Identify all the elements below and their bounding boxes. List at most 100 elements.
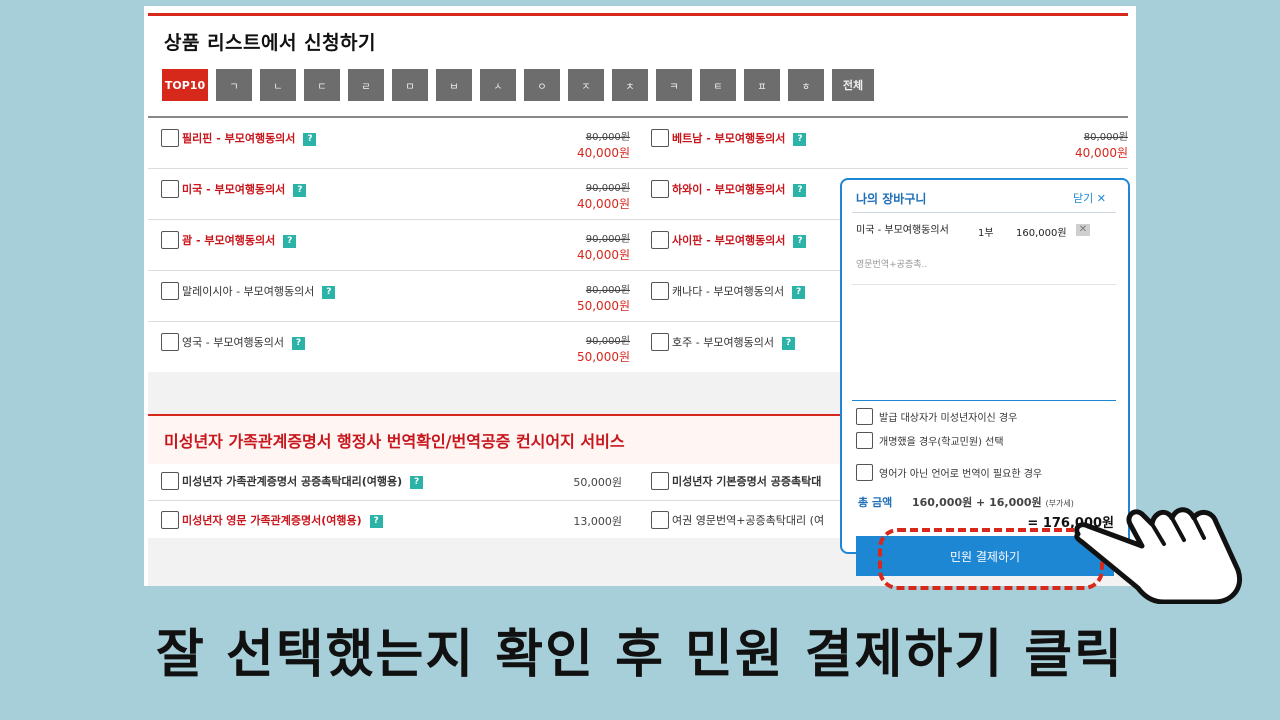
product-name[interactable]: 사이판 - 부모여행동의서 — [672, 234, 785, 247]
original-price: 80,000원 — [1083, 132, 1128, 143]
tab-nieun[interactable]: ㄴ — [260, 69, 296, 101]
sale-price: 50,000원 — [576, 299, 630, 313]
product-price: 13,000원 — [573, 515, 622, 528]
tab-top10[interactable]: TOP10 — [162, 69, 208, 101]
option-minor[interactable]: 발급 대상자가 미성년자이신 경우 — [856, 408, 1017, 425]
help-icon[interactable]: ? — [283, 234, 297, 248]
product-name[interactable]: 베트남 - 부모여행동의서 — [672, 132, 785, 145]
help-icon[interactable]: ? — [793, 183, 807, 197]
option-label: 발급 대상자가 미성년자이신 경우 — [879, 413, 1018, 424]
vat-label: (부가세) — [1045, 499, 1074, 508]
product-name[interactable]: 미성년자 기본증명서 공증촉탁대 — [672, 473, 821, 489]
product-checkbox[interactable] — [651, 129, 669, 147]
help-icon[interactable]: ? — [782, 336, 796, 350]
tab-chieut[interactable]: ㅊ — [612, 69, 648, 101]
tab-ieung[interactable]: ㅇ — [524, 69, 560, 101]
original-price: 90,000원 — [585, 234, 630, 245]
sale-price: 40,000원 — [1074, 146, 1128, 160]
option-label: 개명했을 경우(학교민원) 선택 — [879, 437, 1004, 448]
product-checkbox[interactable] — [651, 282, 669, 300]
product-price: 50,000원 — [573, 476, 622, 489]
product-checkbox[interactable] — [161, 180, 179, 198]
product-name-wrap: 캐나다 - 부모여행동의서? — [672, 283, 806, 299]
tab-jieut[interactable]: ㅈ — [568, 69, 604, 101]
product-name[interactable]: 호주 - 부모여행동의서 — [672, 336, 774, 349]
tab-tieut[interactable]: ㅌ — [700, 69, 736, 101]
product-name-wrap: 괌 - 부모여행동의서? — [182, 232, 297, 248]
product-name-wrap: 필리핀 - 부모여행동의서? — [182, 130, 317, 146]
total-label: 총 금액 — [858, 496, 893, 509]
option-checkbox[interactable] — [856, 408, 873, 425]
help-icon[interactable]: ? — [322, 285, 336, 299]
option-checkbox[interactable] — [856, 464, 873, 481]
product-name[interactable]: 하와이 - 부모여행동의서 — [672, 183, 785, 196]
help-icon[interactable]: ? — [793, 234, 807, 248]
section-title: 상품 리스트에서 신청하기 — [164, 32, 377, 54]
product-checkbox[interactable] — [651, 472, 669, 490]
product-name[interactable]: 여권 영문번역+공증촉탁대리 (여 — [672, 512, 824, 528]
product-name[interactable]: 괌 - 부모여행동의서 — [182, 234, 275, 247]
option-checkbox[interactable] — [856, 432, 873, 449]
product-checkbox[interactable] — [161, 333, 179, 351]
caption-text: 잘 선택했는지 확인 후 민원 결제하기 클릭 — [156, 625, 1124, 685]
product-name[interactable]: 미국 - 부모여행동의서 — [182, 183, 285, 196]
tab-digeut[interactable]: ㄷ — [304, 69, 340, 101]
product-name-wrap: 사이판 - 부모여행동의서? — [672, 232, 807, 248]
divider — [852, 400, 1116, 401]
tab-kieuk[interactable]: ㅋ — [656, 69, 692, 101]
help-icon[interactable]: ? — [293, 183, 307, 197]
tab-bieup[interactable]: ㅂ — [436, 69, 472, 101]
product-name-wrap: 영국 - 부모여행동의서? — [182, 334, 306, 350]
product-name[interactable]: 캐나다 - 부모여행동의서 — [672, 285, 784, 298]
option-name-change[interactable]: 개명했을 경우(학교민원) 선택 — [856, 432, 1004, 449]
table-row: 필리핀 - 부모여행동의서? 80,000원 40,000원 베트남 - 부모여… — [148, 118, 1128, 169]
cart-item-name: 미국 - 부모여행동의서 — [856, 225, 949, 236]
product-checkbox[interactable] — [651, 231, 669, 249]
product-item: 영국 - 부모여행동의서? 90,000원 50,000원 — [148, 322, 630, 372]
option-label: 영어가 아닌 언어로 번역이 필요한 경우 — [879, 469, 1043, 480]
product-item: 필리핀 - 부모여행동의서? 80,000원 40,000원 — [148, 118, 630, 168]
product-name[interactable]: 미성년자 가족관계증명서 공증촉탁대리(여행용) — [182, 475, 402, 488]
product-checkbox[interactable] — [161, 511, 179, 529]
product-checkbox[interactable] — [161, 231, 179, 249]
cart-title: 나의 장바구니 — [856, 192, 927, 206]
option-other-language[interactable]: 영어가 아닌 언어로 번역이 필요한 경우 — [856, 464, 1042, 481]
help-icon[interactable]: ? — [369, 514, 383, 528]
product-name-wrap: 호주 - 부모여행동의서? — [672, 334, 796, 350]
tab-all[interactable]: 전체 — [832, 69, 874, 101]
tab-giyeok[interactable]: ㄱ — [216, 69, 252, 101]
product-checkbox[interactable] — [161, 282, 179, 300]
product-name-wrap: 말레이시아 - 부모여행동의서? — [182, 283, 336, 299]
product-checkbox[interactable] — [651, 180, 669, 198]
original-price: 90,000원 — [585, 183, 630, 194]
original-price: 80,000원 — [585, 132, 630, 143]
tab-mieum[interactable]: ㅁ — [392, 69, 428, 101]
cart-item-qty: 1부 — [978, 228, 994, 239]
product-name[interactable]: 영국 - 부모여행동의서 — [182, 336, 284, 349]
tab-rieul[interactable]: ㄹ — [348, 69, 384, 101]
product-item: 미국 - 부모여행동의서? 90,000원 40,000원 — [148, 169, 630, 219]
help-icon[interactable]: ? — [410, 475, 424, 489]
divider — [852, 284, 1116, 285]
help-icon[interactable]: ? — [292, 336, 306, 350]
product-checkbox[interactable] — [651, 511, 669, 529]
cart-close-button[interactable]: 닫기 ✕ — [1073, 190, 1106, 206]
product-checkbox[interactable] — [161, 129, 179, 147]
tab-hieut[interactable]: ㅎ — [788, 69, 824, 101]
help-icon[interactable]: ? — [303, 132, 317, 146]
tab-siot[interactable]: ㅅ — [480, 69, 516, 101]
index-tabs: TOP10 ㄱ ㄴ ㄷ ㄹ ㅁ ㅂ ㅅ ㅇ ㅈ ㅊ ㅋ ㅌ ㅍ ㅎ 전체 — [162, 69, 874, 101]
help-icon[interactable]: ? — [793, 132, 807, 146]
product-item: 미성년자 영문 가족관계증명서(여행용)? 13,000원 — [148, 501, 630, 539]
product-checkbox[interactable] — [651, 333, 669, 351]
product-checkbox[interactable] — [161, 472, 179, 490]
product-name[interactable]: 필리핀 - 부모여행동의서 — [182, 132, 295, 145]
divider — [852, 212, 1116, 213]
delete-icon[interactable]: ✕ — [1076, 224, 1090, 236]
product-name[interactable]: 말레이시아 - 부모여행동의서 — [182, 285, 314, 298]
original-price: 90,000원 — [585, 336, 630, 347]
pointing-hand-icon — [1074, 507, 1242, 604]
tab-pieup[interactable]: ㅍ — [744, 69, 780, 101]
product-name[interactable]: 미성년자 영문 가족관계증명서(여행용) — [182, 514, 362, 527]
help-icon[interactable]: ? — [792, 285, 806, 299]
